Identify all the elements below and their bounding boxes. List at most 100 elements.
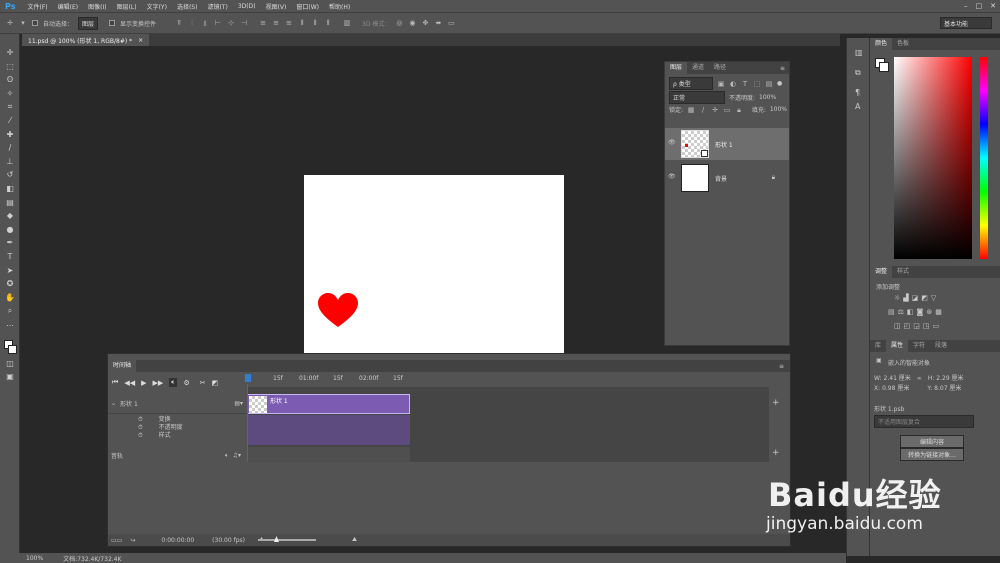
distribute-top-icon[interactable]: ≡ xyxy=(259,19,267,27)
filter-smart-icon[interactable]: ▤ xyxy=(765,80,773,88)
3d-scale-icon[interactable]: ▭ xyxy=(447,19,455,27)
fill-value[interactable]: 100% xyxy=(770,106,787,113)
character-panel-icon[interactable]: A xyxy=(855,102,860,111)
previous-frame-icon[interactable]: ◀◀ xyxy=(124,379,135,387)
layer-comp-select[interactable]: 不适用图层复合 xyxy=(874,415,974,428)
w-value[interactable]: 2.41 厘米 xyxy=(884,375,911,382)
magic-wand-icon[interactable]: ✧ xyxy=(5,89,15,99)
auto-select-checkbox[interactable] xyxy=(32,20,38,26)
align-bottom-icon[interactable]: ⫫ xyxy=(201,19,209,27)
color-field[interactable] xyxy=(894,57,972,259)
lasso-tool-icon[interactable]: ʘ xyxy=(5,75,15,85)
panel-menu-icon[interactable]: ≡ xyxy=(780,65,789,72)
invert-icon[interactable]: ◫ xyxy=(894,322,901,330)
tab-color[interactable]: 颜色 xyxy=(870,38,893,50)
blur-tool-icon[interactable]: ◆ xyxy=(5,211,15,221)
timeline-tab[interactable]: 时间轴 xyxy=(108,360,137,372)
eye-icon[interactable]: 👁︎ xyxy=(668,139,676,146)
h-value[interactable]: 2.29 厘米 xyxy=(936,375,963,382)
menu-help[interactable]: 帮助(H) xyxy=(324,2,355,11)
menu-file[interactable]: 文件(F) xyxy=(22,2,52,11)
eraser-tool-icon[interactable]: ◧ xyxy=(5,184,15,194)
mute-icon[interactable]: 🔈︎ xyxy=(225,452,229,460)
distribute-left-icon[interactable]: ⦀ xyxy=(298,19,306,27)
next-frame-icon[interactable]: ▶▶ xyxy=(152,379,163,387)
minimize-icon[interactable]: – xyxy=(964,2,968,10)
track-menu-icon[interactable]: ▤▾ xyxy=(234,400,243,407)
history-panel-icon[interactable]: ▥ xyxy=(855,48,863,57)
healing-brush-icon[interactable]: ✚ xyxy=(5,130,15,140)
channel-mixer-icon[interactable]: ⊛ xyxy=(926,308,932,316)
color-balance-icon[interactable]: ⚖ xyxy=(898,308,904,316)
filter-pixel-icon[interactable]: ▣ xyxy=(717,80,725,88)
tab-layers[interactable]: 图层 xyxy=(665,62,688,74)
auto-align-icon[interactable]: ▥ xyxy=(343,19,351,27)
audio-track-header[interactable]: 音轨 🔈︎ ♫▾ xyxy=(108,449,247,462)
zoom-in-icon[interactable]: ⛰ xyxy=(352,536,357,544)
chevron-down-icon[interactable]: ▾ xyxy=(19,19,27,27)
3d-rotate-icon[interactable]: ◎ xyxy=(395,19,403,27)
track-header-shape1[interactable]: ⌄ 形状 1 ▤▾ xyxy=(108,394,247,414)
lock-pixels-icon[interactable]: ▦ xyxy=(687,106,695,114)
threshold-icon[interactable]: ◲ xyxy=(913,322,920,330)
expand-arrow-icon[interactable]: ⌄ xyxy=(111,400,116,407)
history-brush-icon[interactable]: ↺ xyxy=(5,170,15,180)
tab-channels[interactable]: 通道 xyxy=(687,62,709,74)
path-select-icon[interactable]: ➤ xyxy=(5,266,15,276)
3d-roll-icon[interactable]: ◉ xyxy=(408,19,416,27)
go-to-first-frame-icon[interactable]: ⏮ xyxy=(112,378,118,387)
menu-edit[interactable]: 编辑(E) xyxy=(53,2,83,11)
actions-panel-icon[interactable]: ¶ xyxy=(855,88,860,97)
timeline-tracks[interactable]: 形状 1 xyxy=(247,387,769,462)
x-value[interactable]: 0.98 厘米 xyxy=(882,385,909,392)
link-icon[interactable]: ∞ xyxy=(917,375,922,382)
distribute-middle-icon[interactable]: ≡ xyxy=(272,19,280,27)
screen-mode-icon[interactable]: ▣ xyxy=(5,372,15,382)
crop-tool-icon[interactable]: ⌗ xyxy=(5,102,15,112)
gradient-map-icon[interactable]: ▭ xyxy=(933,322,940,330)
panel-menu-icon[interactable]: ≡ xyxy=(779,363,790,370)
show-transform-checkbox[interactable] xyxy=(109,20,116,26)
bw-icon[interactable]: ◧ xyxy=(907,308,914,316)
vibrance-icon[interactable]: ▽ xyxy=(931,294,936,302)
curves-icon[interactable]: ◪ xyxy=(912,294,919,302)
align-middle-icon[interactable]: ⫶ xyxy=(188,19,196,27)
menu-type[interactable]: 文字(Y) xyxy=(142,2,172,11)
align-right-icon[interactable]: ⊣ xyxy=(240,19,248,27)
layer-row-background[interactable]: 👁︎ 背景 🔒︎ xyxy=(665,162,789,194)
properties-panel-icon[interactable]: ⧉ xyxy=(855,68,861,78)
document-canvas[interactable] xyxy=(304,175,564,353)
menu-image[interactable]: 图像(I) xyxy=(83,2,111,11)
playhead[interactable] xyxy=(247,384,248,462)
hand-tool-icon[interactable]: ✋ xyxy=(5,293,15,303)
quick-mask-icon[interactable]: ◫ xyxy=(5,359,15,369)
type-tool-icon[interactable]: T xyxy=(5,252,15,262)
timeline-ruler[interactable]: 15f 01:00f 15f 02:00f 15f xyxy=(245,374,417,386)
3d-pan-icon[interactable]: ✥ xyxy=(421,19,429,27)
transition-icon[interactable]: ◩ xyxy=(212,379,219,387)
clip-shape1[interactable]: 形状 1 xyxy=(247,394,410,414)
convert-to-linked-button[interactable]: 转换为链接对象... xyxy=(900,448,964,461)
tab-paragraph[interactable]: 段落 xyxy=(930,340,952,352)
pen-tool-icon[interactable]: ✒ xyxy=(5,238,15,248)
distribute-center-icon[interactable]: ⦀ xyxy=(311,19,319,27)
zoom-slider[interactable] xyxy=(258,536,316,542)
filter-adjust-icon[interactable]: ◐ xyxy=(729,80,737,88)
marquee-tool-icon[interactable]: ⬚ xyxy=(5,62,15,72)
levels-icon[interactable]: ▟ xyxy=(903,294,908,302)
selective-color-icon[interactable]: ◳ xyxy=(923,322,930,330)
tab-paths[interactable]: 路径 xyxy=(709,62,731,74)
settings-gear-icon[interactable]: ⚙ xyxy=(183,379,189,387)
audio-icon[interactable]: 🔈︎ xyxy=(169,378,178,387)
menu-layer[interactable]: 图层(L) xyxy=(112,2,142,11)
zoom-tool-icon[interactable]: ⌕ xyxy=(5,306,15,316)
prop-opacity[interactable]: ⏱︎ 不透明度 xyxy=(138,424,183,432)
move-tool-icon[interactable]: ✛ xyxy=(6,19,14,27)
move-tool-icon[interactable]: ✛ xyxy=(5,48,15,58)
shape-tool-icon[interactable]: ✪ xyxy=(5,279,15,289)
filter-toggle-icon[interactable]: ● xyxy=(777,80,782,87)
3d-slide-icon[interactable]: ⬌ xyxy=(434,19,442,27)
opacity-value[interactable]: 100% xyxy=(759,94,776,101)
tab-properties[interactable]: 属性 xyxy=(886,340,909,352)
brush-tool-icon[interactable]: ∕ xyxy=(5,143,15,153)
